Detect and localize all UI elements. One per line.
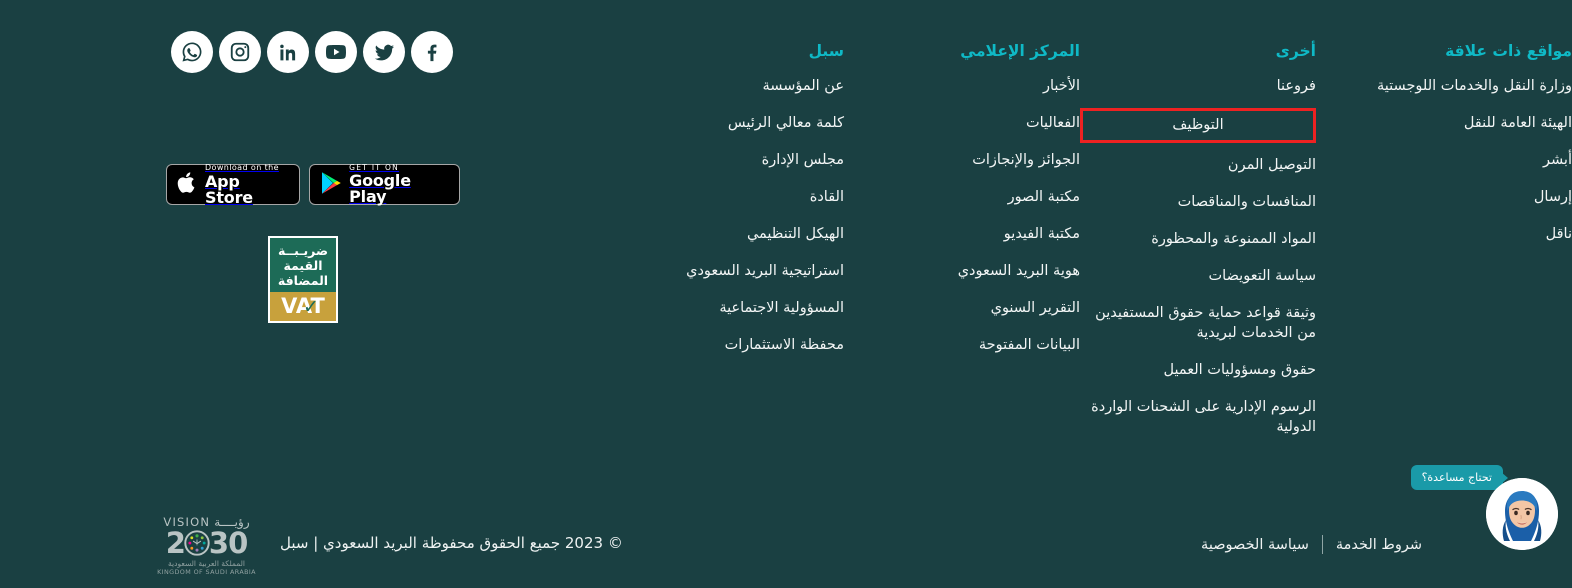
site-footer: Download on the App Store GET IT ON Goog… bbox=[0, 0, 1572, 588]
footer-link-brand-identity[interactable]: هوية البريد السعودي bbox=[844, 261, 1080, 281]
footer-link-absher[interactable]: أبشر bbox=[1316, 150, 1572, 170]
legal-links: شروط الخدمة سياسة الخصوصية bbox=[1201, 535, 1422, 554]
footer-link-org-structure[interactable]: الهيكل التنظيمي bbox=[608, 224, 844, 244]
footer-link-leaders[interactable]: القادة bbox=[608, 187, 844, 207]
vat-line-3: المضافة bbox=[277, 273, 329, 288]
footer-link-awards[interactable]: الجوائز والإنجازات bbox=[844, 150, 1080, 170]
chat-avatar[interactable] bbox=[1486, 478, 1558, 550]
youtube-icon bbox=[324, 40, 348, 64]
social-link-linkedin[interactable] bbox=[267, 31, 309, 73]
vision-emblem-icon bbox=[184, 530, 210, 556]
footer-column-other: أخرى فروعنا التوظيف التوصيل المرن المناف… bbox=[1080, 38, 1316, 454]
social-link-instagram[interactable] bbox=[219, 31, 261, 73]
footer-link-board[interactable]: مجلس الإدارة bbox=[608, 150, 844, 170]
appstore-small-label: Download on the bbox=[205, 162, 279, 172]
footer-link-tenders[interactable]: المنافسات والمناقصات bbox=[1080, 192, 1316, 212]
social-links bbox=[171, 31, 453, 73]
footer-link-flexible-delivery[interactable]: التوصيل المرن bbox=[1080, 155, 1316, 175]
vat-line-2: القيمة bbox=[283, 258, 323, 273]
chat-bubble-text[interactable]: تحتاج مساعدة؟ bbox=[1410, 465, 1509, 490]
app-store-badges: Download on the App Store GET IT ON Goog… bbox=[166, 162, 460, 207]
kingdom-label-ar: المملكة العربية السعودية bbox=[168, 559, 245, 568]
footer-link-strategy[interactable]: استراتيجية البريد السعودي bbox=[608, 261, 844, 281]
column-heading-media-center: المركز الإعلامي bbox=[960, 42, 1080, 60]
instagram-icon bbox=[229, 41, 251, 63]
footer-link-ceo-message[interactable]: كلمة معالي الرئيس bbox=[608, 113, 844, 133]
column-heading-sabl: سبل bbox=[808, 42, 844, 60]
linkedin-icon bbox=[278, 42, 299, 63]
column-heading-other: أخرى bbox=[1275, 42, 1316, 60]
vision-2030-logo: VISION رؤيــــة 2 30 المملكة العربية الس… bbox=[155, 515, 258, 577]
footer-link-annual-report[interactable]: التقرير السنوي bbox=[844, 298, 1080, 318]
footer-link-social-responsibility[interactable]: المسؤولية الاجتماعية bbox=[608, 298, 844, 318]
facebook-icon bbox=[421, 41, 443, 63]
footer-link-video-library[interactable]: مكتبة الفيديو bbox=[844, 224, 1080, 244]
vision-number-right: 30 bbox=[208, 526, 248, 560]
appstore-badge[interactable]: Download on the App Store bbox=[166, 162, 301, 207]
highlight-box-careers: التوظيف bbox=[1080, 108, 1316, 143]
footer-link-photo-library[interactable]: مكتبة الصور bbox=[844, 187, 1080, 207]
footer-link-prohibited-items[interactable]: المواد الممنوعة والمحظورة bbox=[1080, 229, 1316, 249]
footer-link-customer-rights[interactable]: حقوق ومسؤوليات العميل bbox=[1080, 360, 1317, 380]
vat-logo: ضريـبــة القيمة المضافة VAT ✓ bbox=[268, 236, 338, 323]
footer-column-related-sites: مواقع ذات علاقة وزارة النقل والخدمات الل… bbox=[1316, 38, 1572, 454]
footer-link-beneficiary-rights-doc[interactable]: وثيقة قواعد حماية حقوق المستفيدين من الخ… bbox=[1080, 303, 1316, 343]
footer-bottom-bar: VISION رؤيــــة 2 30 المملكة العربية الس… bbox=[0, 505, 1572, 588]
privacy-policy-link[interactable]: سياسة الخصوصية bbox=[1201, 537, 1309, 553]
footer-link-columns: مواقع ذات علاقة وزارة النقل والخدمات الل… bbox=[460, 38, 1572, 454]
footer-link-transport-authority[interactable]: الهيئة العامة للنقل bbox=[1316, 113, 1572, 133]
kingdom-label-en: KINGDOM OF SAUDI ARABIA bbox=[157, 568, 256, 576]
footer-link-careers[interactable]: التوظيف bbox=[1083, 115, 1313, 135]
footer-link-irsal[interactable]: إرسال bbox=[1316, 187, 1572, 207]
social-link-twitter[interactable] bbox=[363, 31, 405, 73]
googleplay-big-label: Google Play bbox=[349, 171, 411, 207]
footer-left-pane: Download on the App Store GET IT ON Goog… bbox=[0, 0, 460, 470]
social-link-whatsapp[interactable] bbox=[171, 31, 213, 73]
vat-acronym-band: VAT ✓ bbox=[268, 292, 338, 323]
footer-column-media-center: المركز الإعلامي الأخبار الفعاليات الجوائ… bbox=[844, 38, 1080, 454]
footer-link-compensation-policy[interactable]: سياسة التعويضات bbox=[1080, 266, 1316, 286]
footer-link-events[interactable]: الفعاليات bbox=[844, 113, 1080, 133]
footer-link-naqel[interactable]: ناقل bbox=[1316, 224, 1572, 244]
footer-link-news[interactable]: الأخبار bbox=[844, 76, 1080, 96]
column-heading-related-sites: مواقع ذات علاقة bbox=[1445, 42, 1572, 60]
google-play-icon bbox=[320, 171, 342, 199]
footer-link-about[interactable]: عن المؤسسة bbox=[608, 76, 844, 96]
footer-link-ministry-transport[interactable]: وزارة النقل والخدمات اللوجستية bbox=[1316, 76, 1572, 96]
footer-link-international-admin-fees[interactable]: الرسوم الإدارية على الشحنات الواردة الدو… bbox=[1080, 397, 1316, 437]
whatsapp-icon bbox=[180, 40, 204, 64]
apple-icon bbox=[177, 170, 198, 199]
copyright-text: © 2023 جميع الحقوق محفوظة البريد السعودي… bbox=[280, 534, 623, 552]
footer-link-investment-portfolio[interactable]: محفظة الاستثمارات bbox=[608, 335, 844, 355]
footer-link-branches[interactable]: فروعنا bbox=[1080, 76, 1316, 96]
googleplay-badge[interactable]: GET IT ON Google Play bbox=[309, 164, 460, 205]
googleplay-small-label: GET IT ON bbox=[349, 162, 400, 172]
vision-number-left: 2 bbox=[165, 526, 186, 560]
social-link-facebook[interactable] bbox=[411, 31, 453, 73]
vat-line-1: ضريـبــة bbox=[277, 243, 329, 258]
footer-link-open-data[interactable]: البيانات المفتوحة bbox=[844, 335, 1080, 355]
legal-links-divider bbox=[1321, 535, 1323, 554]
twitter-icon bbox=[373, 41, 396, 64]
vat-arabic-text: ضريـبــة القيمة المضافة bbox=[268, 236, 338, 292]
social-link-youtube[interactable] bbox=[315, 31, 357, 73]
footer-column-sabl: سبل عن المؤسسة كلمة معالي الرئيس مجلس ال… bbox=[608, 38, 844, 454]
chat-widget[interactable]: تحتاج مساعدة؟ bbox=[1408, 460, 1558, 570]
appstore-big-label: App Store bbox=[205, 171, 253, 207]
checkmark-icon: ✓ bbox=[303, 296, 319, 318]
